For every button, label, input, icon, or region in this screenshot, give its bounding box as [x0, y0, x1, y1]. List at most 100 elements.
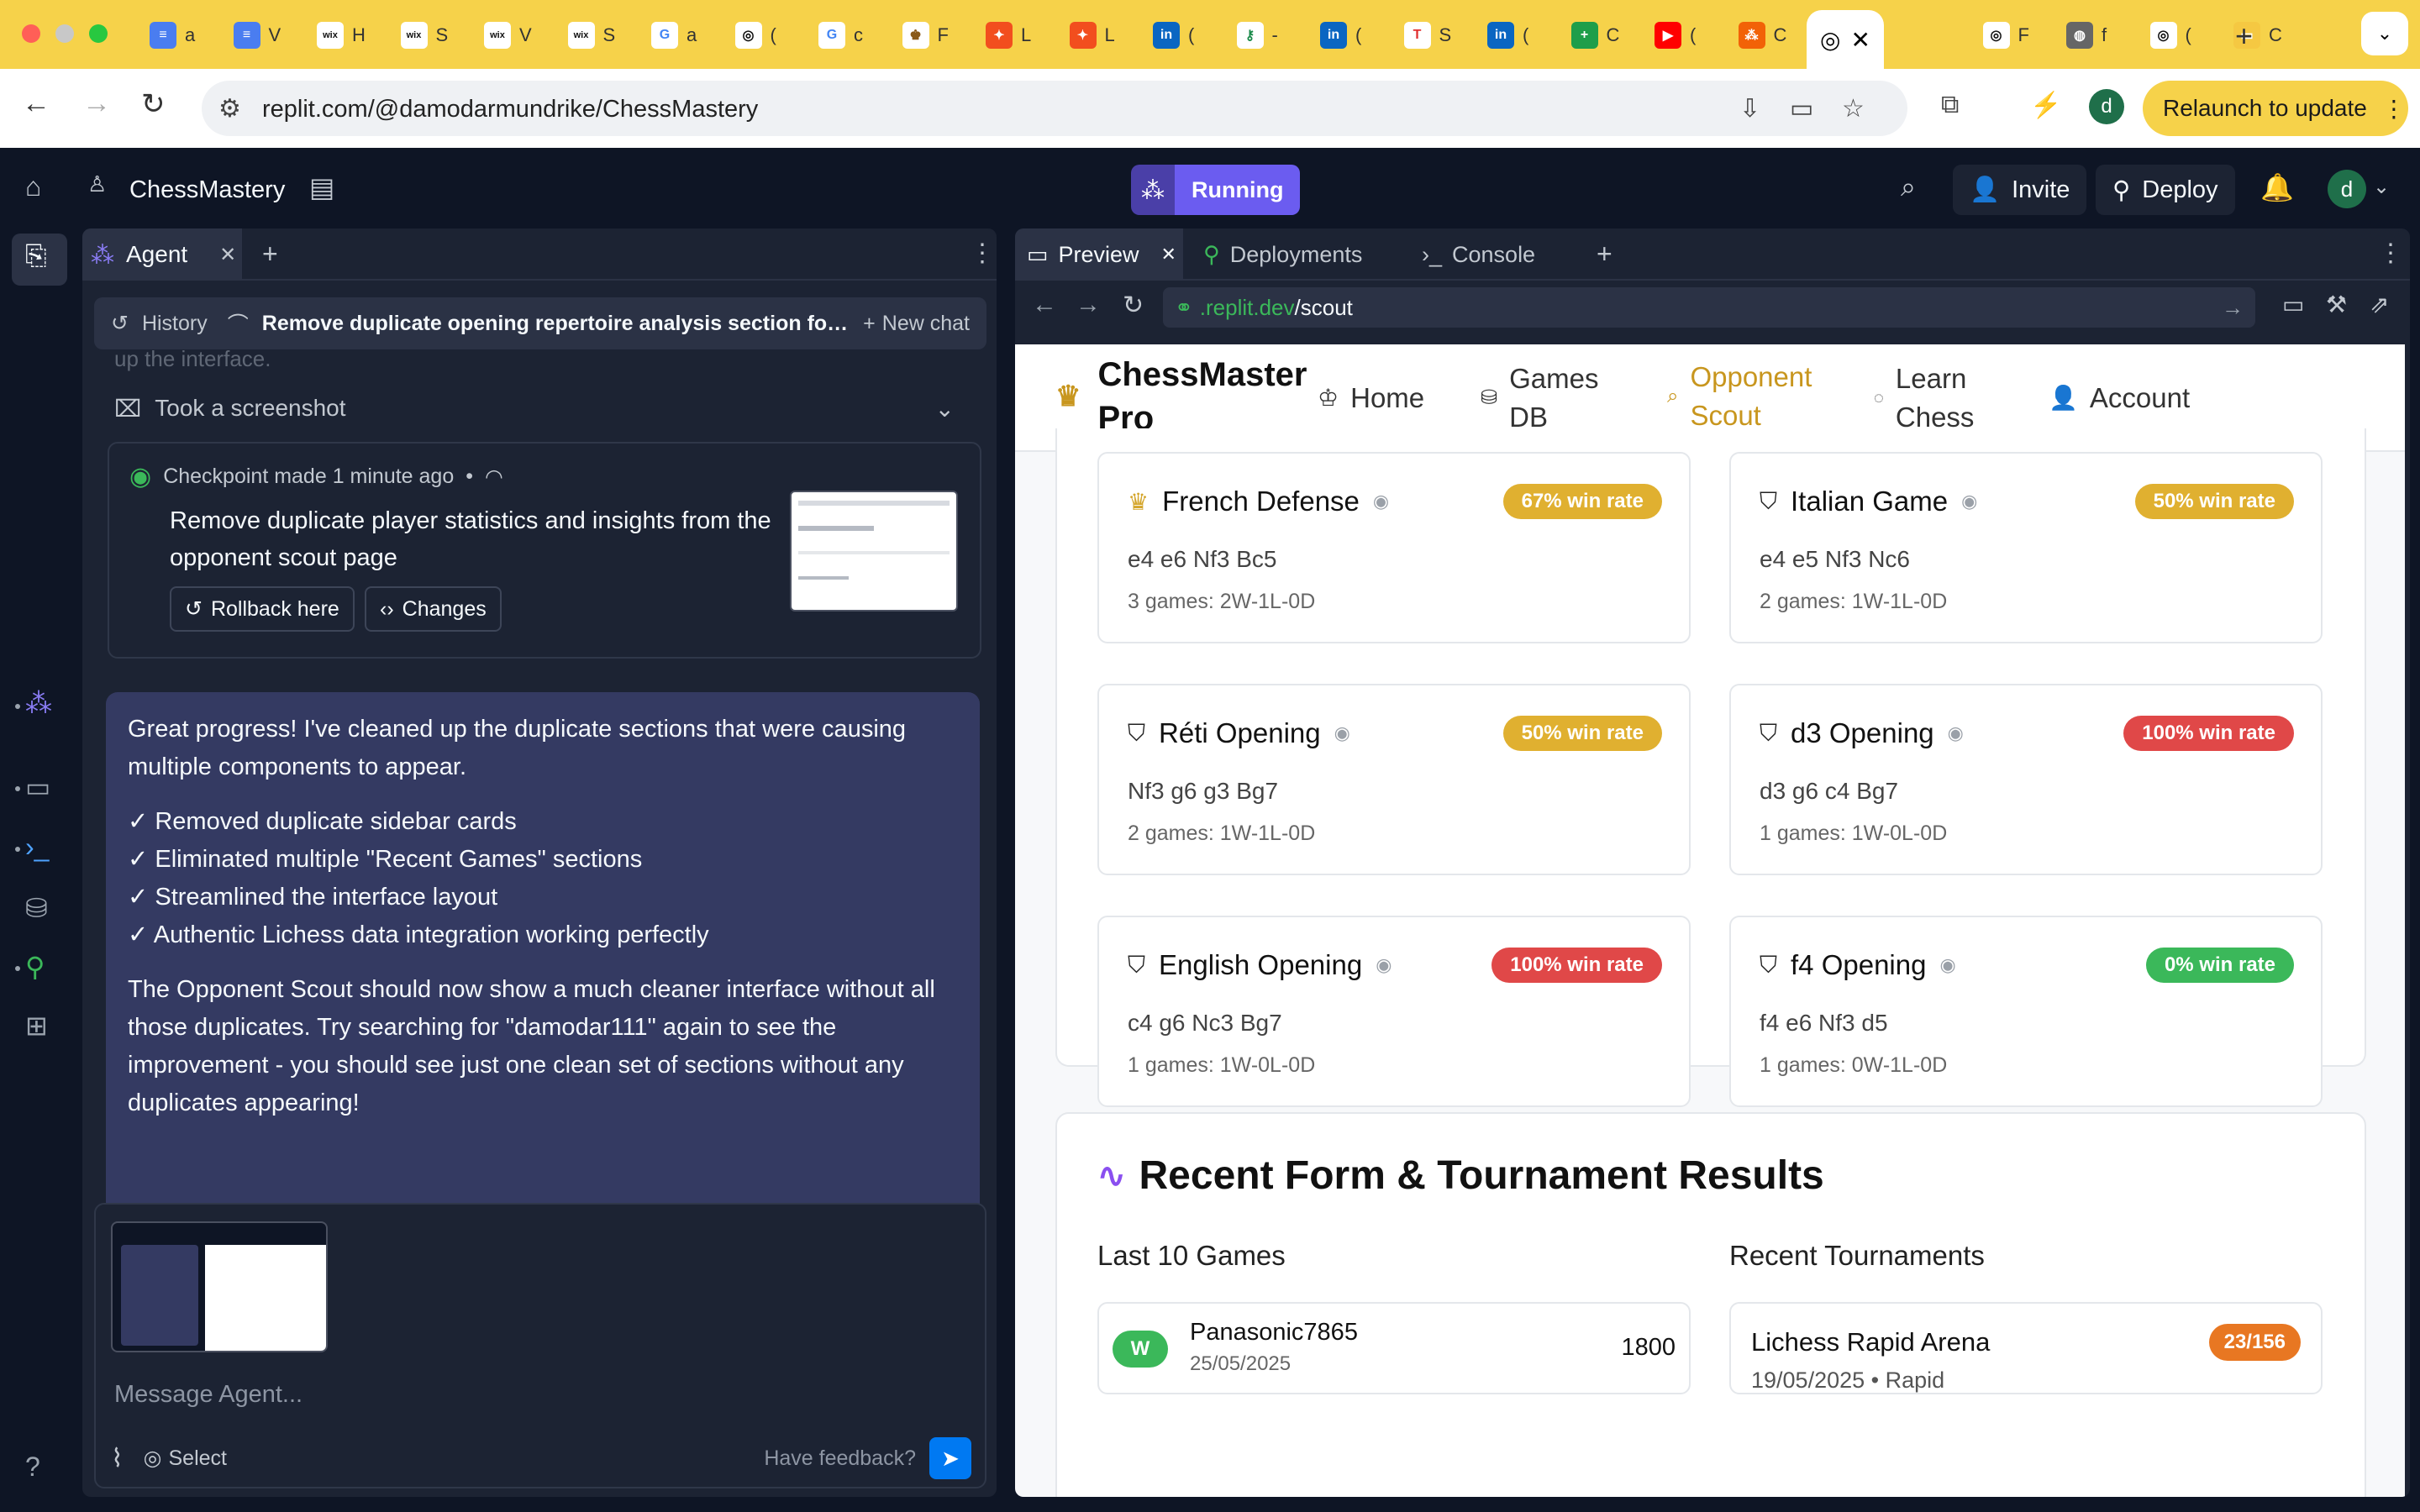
tournament-row[interactable]: Lichess Rapid Arena 19/05/2025 • Rapid 2… — [1729, 1302, 2323, 1394]
tab-search-button[interactable]: ⌄ — [2361, 12, 2408, 55]
opening-card[interactable]: ⛉ f4 Opening ◉ 0% win rate f4 e6 Nf3 d5 1 gam… — [1729, 916, 2323, 1107]
feedback-link[interactable]: Have feedback? — [764, 1446, 916, 1471]
opening-card[interactable]: ⛉ English Opening ◉ 100% win rate c4 g6 Nc3 … — [1097, 916, 1691, 1107]
forward-icon[interactable]: → — [82, 87, 111, 120]
go-arrow-icon[interactable]: → — [2222, 295, 2244, 321]
browser-tab[interactable]: ✦ L — [1055, 13, 1128, 57]
address-url[interactable]: replit.com/@damodarmundrike/ChessMastery — [262, 96, 758, 123]
deployments-icon[interactable]: ⚲ — [25, 951, 45, 983]
minimize-window-button[interactable] — [55, 24, 74, 43]
opening-card[interactable]: ⛉ Réti Opening ◉ 50% win rate Nf3 g6 g3 Bg7 2… — [1097, 684, 1691, 875]
browser-tab[interactable]: in ( — [1138, 13, 1212, 57]
browser-tab[interactable]: ⚷ - — [1222, 13, 1296, 57]
devtools-icon[interactable]: ⚒ — [2326, 291, 2347, 318]
browser-tab[interactable]: ≡ V — [218, 13, 292, 57]
eye-icon[interactable]: ◉ — [1334, 722, 1350, 744]
eye-icon[interactable]: ◉ — [1961, 491, 1977, 512]
run-button[interactable]: ⁂ Running — [1131, 165, 1301, 215]
extensions-icon[interactable]: ⧉ — [1941, 91, 1959, 119]
browser-tab[interactable]: ⁂ C — [1723, 13, 1797, 57]
rollback-button[interactable]: ↺ Rollback here — [170, 586, 355, 632]
reload-icon[interactable]: ↻ — [141, 87, 166, 121]
bell-icon[interactable]: 🔔 — [2260, 171, 2294, 203]
open-external-icon[interactable]: ⇗ — [2370, 291, 2389, 318]
browser-tab[interactable]: Ga — [636, 13, 710, 57]
install-icon[interactable]: ⇩ — [1739, 94, 1760, 123]
project-name[interactable]: ChessMastery — [129, 176, 285, 204]
more-icon[interactable]: ⋮ — [970, 239, 995, 268]
eye-icon[interactable]: ◉ — [1376, 954, 1392, 976]
browser-tab[interactable]: ≡ a — [134, 13, 208, 57]
browser-tab[interactable]: wix H — [302, 13, 376, 57]
tab-preview[interactable]: ▭ Preview ✕ — [1015, 228, 1183, 281]
reload-icon[interactable]: ↻ — [1123, 291, 1144, 320]
add-tab-icon[interactable]: + — [262, 239, 278, 270]
game-row[interactable]: W Panasonic7865 25/05/2025 1800 — [1097, 1302, 1691, 1394]
extension-icon[interactable]: ⚡ — [2030, 91, 2061, 120]
home-icon[interactable]: ⌂ — [25, 171, 41, 202]
close-tab-icon[interactable]: ✕ — [1161, 244, 1176, 265]
console-icon[interactable]: ›_ — [25, 832, 49, 863]
screenshot-action-row[interactable]: ⌧ Took a screenshot ⌄ — [114, 390, 955, 427]
browser-tab[interactable]: ♚ F — [887, 13, 961, 57]
new-chat-button[interactable]: + New chat — [863, 312, 970, 336]
browser-tab[interactable]: ▶( — [1639, 13, 1713, 57]
browser-tab[interactable]: TS — [1389, 13, 1463, 57]
browser-tab[interactable]: wix S — [553, 13, 627, 57]
select-button[interactable]: ◎ Select — [144, 1446, 227, 1471]
maximize-window-button[interactable] — [89, 24, 108, 43]
tab-console[interactable]: ›_ Console — [1410, 228, 1578, 281]
apps-grid-icon[interactable]: ⊞ — [25, 1010, 48, 1042]
browser-tab[interactable]: ◎( — [720, 13, 794, 57]
tab-deployments[interactable]: ⚲ Deployments — [1192, 228, 1393, 281]
opening-card[interactable]: ⛉ Italian Game ◉ 50% win rate e4 e5 Nf3 Nc6 2… — [1729, 452, 2323, 643]
preview-url-input[interactable]: ⚭ .replit.dev/scout → — [1163, 287, 2255, 328]
opening-card[interactable]: ⛉ d3 Opening ◉ 100% win rate d3 g6 c4 Bg7 1 g… — [1729, 684, 2323, 875]
new-tab-button[interactable]: + — [2235, 18, 2253, 54]
message-input[interactable]: Message Agent... — [114, 1381, 302, 1409]
card-icon[interactable]: ▭ — [1790, 94, 1813, 123]
address-bar[interactable]: ⚙ replit.com/@damodarmundrike/ChessMaste… — [202, 81, 1907, 136]
browser-tab[interactable]: ✦ L — [971, 13, 1044, 57]
database-icon[interactable]: ⛁ — [25, 892, 48, 924]
bookmark-star-icon[interactable]: ☆ — [1842, 94, 1865, 123]
preview-icon[interactable]: ▭ — [25, 771, 50, 803]
chevron-down-icon[interactable]: ⌄ — [935, 395, 955, 423]
browser-tab-active[interactable]: ◎ ✕ — [1807, 10, 1884, 69]
send-button[interactable]: ➤ — [929, 1437, 971, 1479]
eye-icon[interactable]: ◉ — [1939, 954, 1955, 976]
browser-tab[interactable]: wix S — [386, 13, 460, 57]
attached-screenshot-thumbnail[interactable] — [111, 1221, 328, 1352]
help-icon[interactable]: ? — [25, 1452, 40, 1483]
browser-tab[interactable]: ▭ C — [2218, 13, 2292, 57]
browser-tab[interactable]: ◎( — [2135, 13, 2209, 57]
eye-icon[interactable]: ◉ — [1373, 491, 1389, 512]
browser-tab[interactable]: + C — [1556, 13, 1630, 57]
close-window-button[interactable] — [22, 24, 40, 43]
browser-tab[interactable]: ◎ F — [1968, 13, 2042, 57]
tab-agent[interactable]: ⁂ Agent ✕ — [82, 228, 242, 281]
files-icon[interactable]: ⎘ — [25, 240, 47, 272]
history-button[interactable]: History — [142, 312, 208, 336]
site-settings-icon[interactable]: ⚙ — [218, 94, 241, 123]
forward-icon[interactable]: → — [1076, 291, 1101, 319]
layout-icon[interactable]: ▤ — [309, 171, 334, 203]
browser-tab[interactable]: wix V — [469, 13, 543, 57]
chat-title[interactable]: Remove duplicate opening repertoire anal… — [262, 312, 850, 336]
checkpoint-thumbnail[interactable] — [790, 491, 958, 612]
close-tab-icon[interactable]: ✕ — [1850, 26, 1870, 54]
browser-tab[interactable]: ◍ f — [2051, 13, 2125, 57]
browser-tab[interactable]: in ( — [1472, 13, 1546, 57]
agent-icon[interactable]: ⁂ — [25, 687, 52, 719]
search-icon[interactable]: ⌕ — [1901, 171, 1916, 203]
attach-icon[interactable]: ⌇ — [111, 1444, 124, 1473]
back-icon[interactable]: ← — [1032, 291, 1057, 319]
relaunch-button[interactable]: Relaunch to update ⋮ — [2143, 81, 2408, 136]
eye-icon[interactable]: ◉ — [1948, 722, 1964, 744]
chevron-down-icon[interactable]: ⌄ — [2373, 175, 2390, 199]
browser-tab[interactable]: Gc — [803, 13, 877, 57]
add-tab-icon[interactable]: + — [1597, 239, 1612, 270]
more-icon[interactable]: ⋮ — [2378, 239, 2403, 268]
close-tab-icon[interactable]: ✕ — [219, 243, 236, 267]
chrome-profile-avatar[interactable]: d — [2089, 89, 2124, 124]
